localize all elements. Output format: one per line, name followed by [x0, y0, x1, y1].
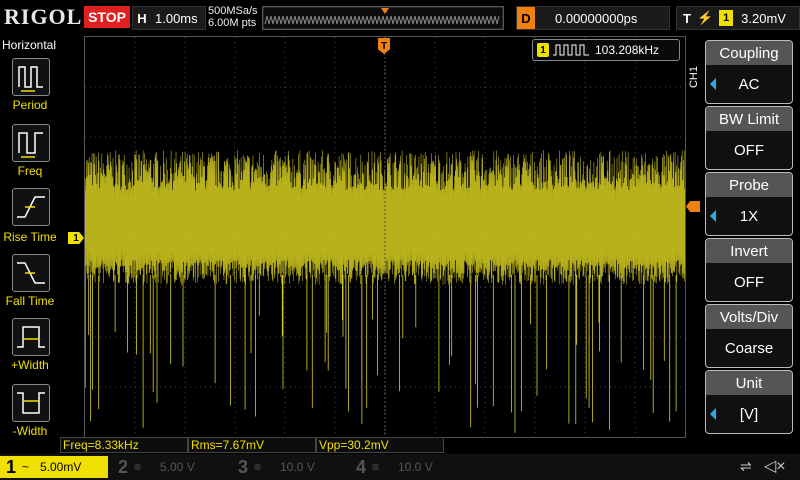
measure-vpp[interactable]: Vpp=30.2mV	[316, 437, 444, 453]
dc-coupling-icon: ≡	[372, 460, 380, 474]
trigger-level-marker[interactable]	[686, 201, 700, 212]
volts-div-value: Coarse	[724, 339, 774, 357]
frequency-counter: 1 103.208kHz	[532, 39, 680, 61]
fall-time-button[interactable]	[12, 254, 50, 292]
timebase-value: 1.00ms	[155, 10, 198, 26]
volts-div-button[interactable]: Volts/Div Coarse	[705, 304, 793, 368]
waveform-display[interactable]	[84, 36, 686, 438]
rise-time-icon	[17, 196, 45, 218]
dc-coupling-icon: ≡	[254, 460, 262, 474]
fall-time-icon	[17, 262, 45, 284]
ch3-scale: 10.0 V	[280, 460, 315, 474]
rise-time-label: Rise Time	[3, 230, 57, 244]
delay-value: 0.00000000ps	[555, 10, 638, 26]
coupling-button[interactable]: Coupling AC	[705, 40, 793, 104]
ac-coupling-icon: ~	[22, 460, 30, 474]
pos-width-icon	[17, 326, 45, 348]
bw-limit-value: OFF	[734, 141, 764, 159]
measurement-strip: Freq=8.33kHz Rms=7.67mV Vpp=30.2mV	[60, 437, 700, 453]
unit-title: Unit	[706, 371, 792, 395]
rise-time-button[interactable]	[12, 188, 50, 226]
unit-value: [V]	[739, 405, 759, 423]
probe-button[interactable]: Probe 1X	[705, 172, 793, 236]
measure-freq[interactable]: Freq=8.33kHz	[60, 437, 188, 453]
dc-coupling-icon: ≡	[134, 460, 142, 474]
ch3-number: 3	[237, 456, 248, 477]
period-label: Period	[12, 98, 48, 112]
memory-overview	[262, 6, 504, 30]
period-button[interactable]	[12, 58, 50, 96]
neg-width-label: -Width	[12, 424, 48, 438]
freq-icon	[18, 132, 43, 158]
volts-div-title: Volts/Div	[706, 305, 792, 329]
sample-rate: 500MSa/s	[208, 5, 258, 17]
period-icon	[18, 66, 43, 92]
ch1-number: 1	[5, 456, 16, 477]
bw-limit-button[interactable]: BW Limit OFF	[705, 106, 793, 170]
neg-width-icon	[17, 392, 45, 414]
trigger-display[interactable]: T ⚡ 1 3.20mV	[676, 6, 800, 30]
run-stop-indicator[interactable]: STOP	[84, 6, 130, 28]
ch4-scale: 10.0 V	[398, 460, 433, 474]
ch1-scale: 5.00mV	[40, 460, 82, 474]
brand-logo: RIGOL	[4, 4, 83, 29]
ch4-status[interactable]: 4 ≡ 10.0 V	[350, 456, 466, 478]
ch3-status[interactable]: 3 ≡ 10.0 V	[232, 456, 348, 478]
probe-value: 1X	[739, 207, 759, 225]
speaker-mute-icon[interactable]: ◁×	[764, 456, 786, 476]
ch2-status[interactable]: 2 ≡ 5.00 V	[112, 456, 228, 478]
freq-button[interactable]	[12, 124, 50, 162]
neg-width-button[interactable]	[12, 384, 50, 422]
graticule	[84, 37, 686, 437]
delay-display[interactable]: D 0.00000000ps	[516, 6, 670, 30]
pos-width-label: +Width	[11, 358, 49, 372]
invert-button[interactable]: Invert OFF	[705, 238, 793, 302]
ch4-number: 4	[355, 456, 366, 477]
pos-width-button[interactable]	[12, 318, 50, 356]
measure-rms[interactable]: Rms=7.67mV	[188, 437, 316, 453]
memory-depth: 6.00M pts	[208, 17, 257, 29]
usb-icon: ⇌	[740, 458, 752, 474]
trigger-level: 3.20mV	[741, 10, 786, 26]
fall-time-label: Fall Time	[5, 294, 55, 308]
timebase-display[interactable]: H 1.00ms	[132, 6, 206, 30]
ch1-status[interactable]: 1 ~ 5.00mV	[0, 456, 108, 478]
menu-title: Horizontal	[2, 38, 57, 52]
trigger-source: 1	[719, 10, 734, 26]
timebase-letter: H	[137, 10, 147, 26]
invert-value: OFF	[734, 273, 764, 291]
trigger-letter: T	[683, 10, 691, 26]
rising-edge-icon: ⚡	[696, 10, 714, 25]
probe-title: Probe	[706, 173, 792, 197]
trigger-position-icon	[381, 8, 389, 14]
coupling-value: AC	[738, 75, 760, 93]
menu-channel-tag: CH1	[688, 66, 700, 89]
ch2-number: 2	[117, 456, 128, 477]
counter-channel: 1	[537, 43, 549, 57]
coupling-title: Coupling	[706, 41, 792, 65]
ch1-ground-marker[interactable]: 1	[68, 232, 84, 244]
acquisition-info: 500MSa/s 6.00M pts	[208, 5, 258, 29]
counter-value: 103.208kHz	[595, 43, 660, 57]
pulse-icon	[553, 44, 589, 56]
ch2-scale: 5.00 V	[160, 460, 195, 474]
memory-overview-waveform	[262, 6, 504, 30]
freq-label: Freq	[17, 164, 43, 178]
bw-limit-title: BW Limit	[706, 107, 792, 131]
delay-letter: D	[517, 7, 535, 29]
unit-button[interactable]: Unit [V]	[705, 370, 793, 434]
invert-title: Invert	[706, 239, 792, 263]
ch1-trace-spikes	[84, 275, 677, 433]
